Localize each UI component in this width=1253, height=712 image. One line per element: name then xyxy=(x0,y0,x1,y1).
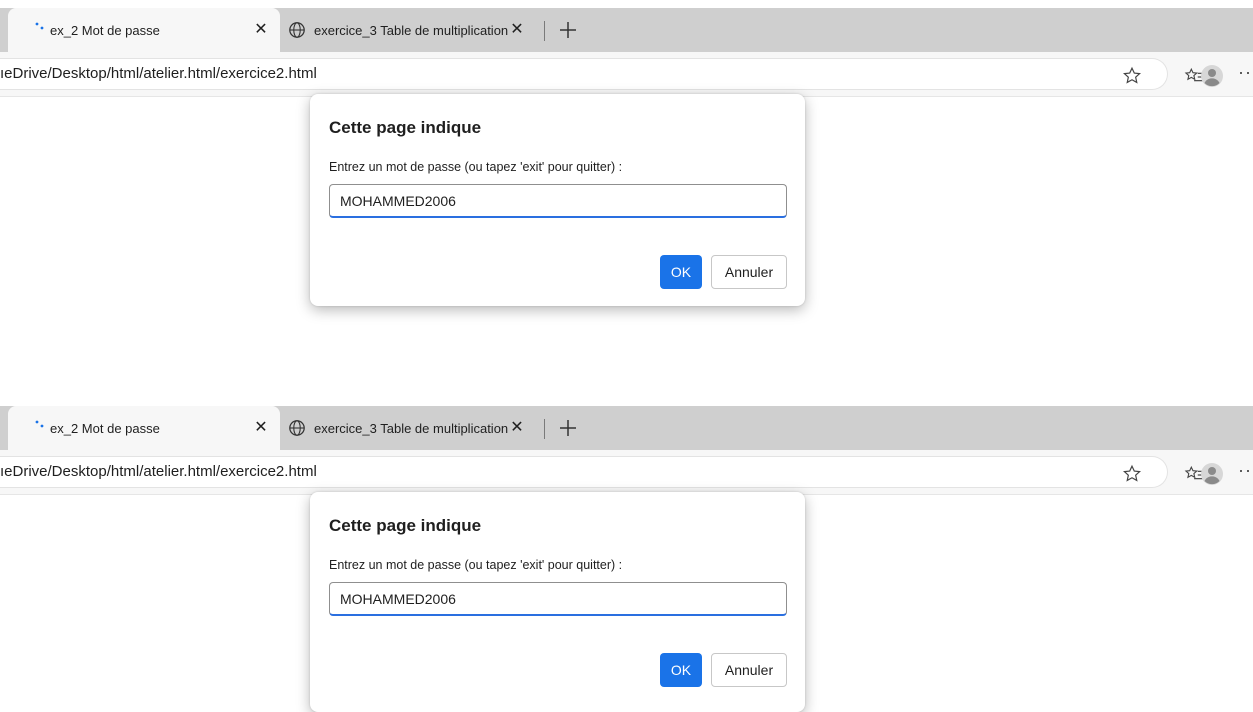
tab-title: ex_2 Mot de passe xyxy=(50,420,160,436)
close-icon[interactable]: ✕ xyxy=(252,418,270,436)
address-bar[interactable]: ıeDrive/Desktop/html/atelier.html/exerci… xyxy=(0,58,1168,90)
more-icon[interactable]: ··· xyxy=(1238,62,1253,83)
tab-strip: ex_2 Mot de passe ✕ exercice_3 Table de … xyxy=(0,8,1253,52)
url-text: ıeDrive/Desktop/html/atelier.html/exerci… xyxy=(0,65,317,82)
tab-separator xyxy=(544,419,545,439)
tab-strip: ex_2 Mot de passe ✕ exercice_3 Table de … xyxy=(0,406,1253,450)
url-text: ıeDrive/Desktop/html/atelier.html/exerci… xyxy=(0,463,317,480)
close-icon[interactable]: ✕ xyxy=(252,20,270,38)
prompt-dialog: Cette page indique Entrez un mot de pass… xyxy=(310,492,805,712)
tab-exercice3[interactable]: exercice_3 Table de multiplication ✕ xyxy=(288,8,546,52)
tab-title: exercice_3 Table de multiplication xyxy=(314,420,509,436)
browser-screenshot-2: ex_2 Mot de passe ✕ exercice_3 Table de … xyxy=(0,406,1253,712)
avatar-icon[interactable] xyxy=(1200,64,1224,88)
password-input[interactable] xyxy=(329,184,787,218)
more-icon[interactable]: ··· xyxy=(1238,460,1253,481)
spinner-icon xyxy=(35,420,44,428)
cancel-button[interactable]: Annuler xyxy=(711,653,787,687)
address-bar[interactable]: ıeDrive/Desktop/html/atelier.html/exerci… xyxy=(0,456,1168,488)
prompt-dialog: Cette page indique Entrez un mot de pass… xyxy=(310,94,805,306)
tab-title: ex_2 Mot de passe xyxy=(50,22,160,38)
browser-screenshot-1: ex_2 Mot de passe ✕ exercice_3 Table de … xyxy=(0,8,1253,398)
star-icon[interactable] xyxy=(1121,65,1143,87)
avatar-icon[interactable] xyxy=(1200,462,1224,486)
tab-exercice3[interactable]: exercice_3 Table de multiplication ✕ xyxy=(288,406,546,450)
password-input[interactable] xyxy=(329,582,787,616)
globe-icon xyxy=(289,420,305,436)
tab-ex2[interactable]: ex_2 Mot de passe ✕ xyxy=(8,8,280,52)
plus-icon[interactable] xyxy=(556,18,580,42)
tab-separator xyxy=(544,21,545,41)
plus-icon[interactable] xyxy=(556,416,580,440)
star-icon[interactable] xyxy=(1121,463,1143,485)
tab-title: exercice_3 Table de multiplication xyxy=(314,22,509,38)
toolbar: ıeDrive/Desktop/html/atelier.html/exerci… xyxy=(0,450,1253,495)
ok-button[interactable]: OK xyxy=(660,653,702,687)
spinner-icon xyxy=(35,22,44,30)
close-icon[interactable]: ✕ xyxy=(508,20,526,38)
globe-icon xyxy=(289,22,305,38)
dialog-title: Cette page indique xyxy=(329,118,482,137)
close-icon[interactable]: ✕ xyxy=(508,418,526,436)
toolbar: ıeDrive/Desktop/html/atelier.html/exerci… xyxy=(0,52,1253,97)
dialog-title: Cette page indique xyxy=(329,516,482,535)
tab-ex2[interactable]: ex_2 Mot de passe ✕ xyxy=(8,406,280,450)
cancel-button[interactable]: Annuler xyxy=(711,255,787,289)
dialog-message: Entrez un mot de passe (ou tapez 'exit' … xyxy=(329,558,623,572)
dialog-message: Entrez un mot de passe (ou tapez 'exit' … xyxy=(329,160,623,174)
ok-button[interactable]: OK xyxy=(660,255,702,289)
